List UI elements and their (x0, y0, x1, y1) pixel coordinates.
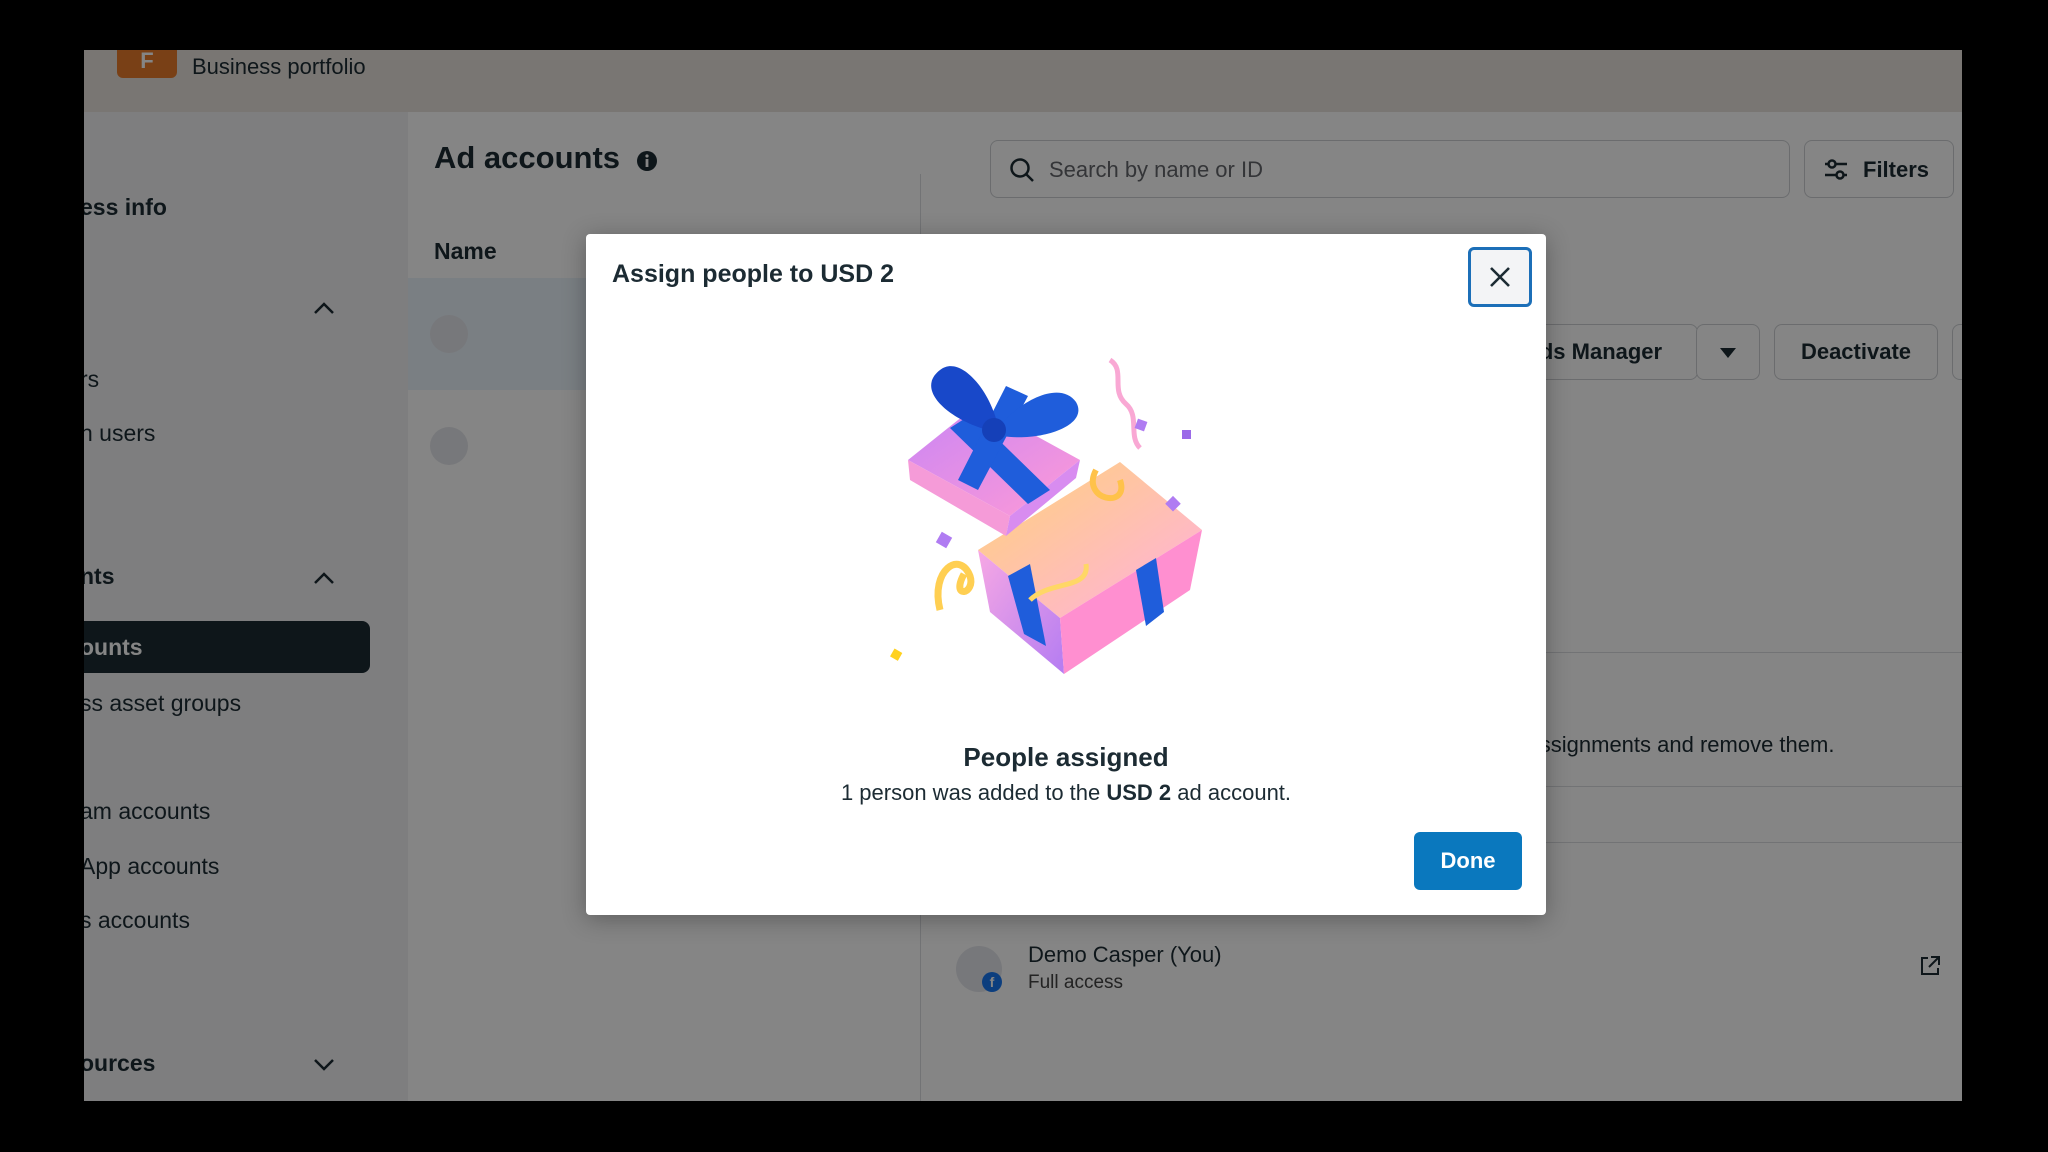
assign-people-dialog: Assign people to USD 2 People assigned 1… (586, 234, 1546, 915)
result-message-account: USD 2 (1106, 780, 1172, 805)
result-message-start: 1 person was added to the (840, 780, 1107, 805)
gift-celebration-illustration (890, 357, 1202, 674)
result-message-end: ad account. (1171, 780, 1292, 805)
done-button[interactable]: Done (1414, 832, 1522, 890)
close-icon (1490, 267, 1510, 287)
close-button[interactable] (1468, 247, 1532, 307)
result-message: 1 person was added to the USD 2 ad accou… (586, 780, 1546, 806)
result-title: People assigned (963, 742, 1169, 772)
business-settings-window: F Business portfolio ess info rs n users… (84, 50, 1962, 1101)
dialog-title: Assign people to USD 2 (612, 260, 894, 288)
